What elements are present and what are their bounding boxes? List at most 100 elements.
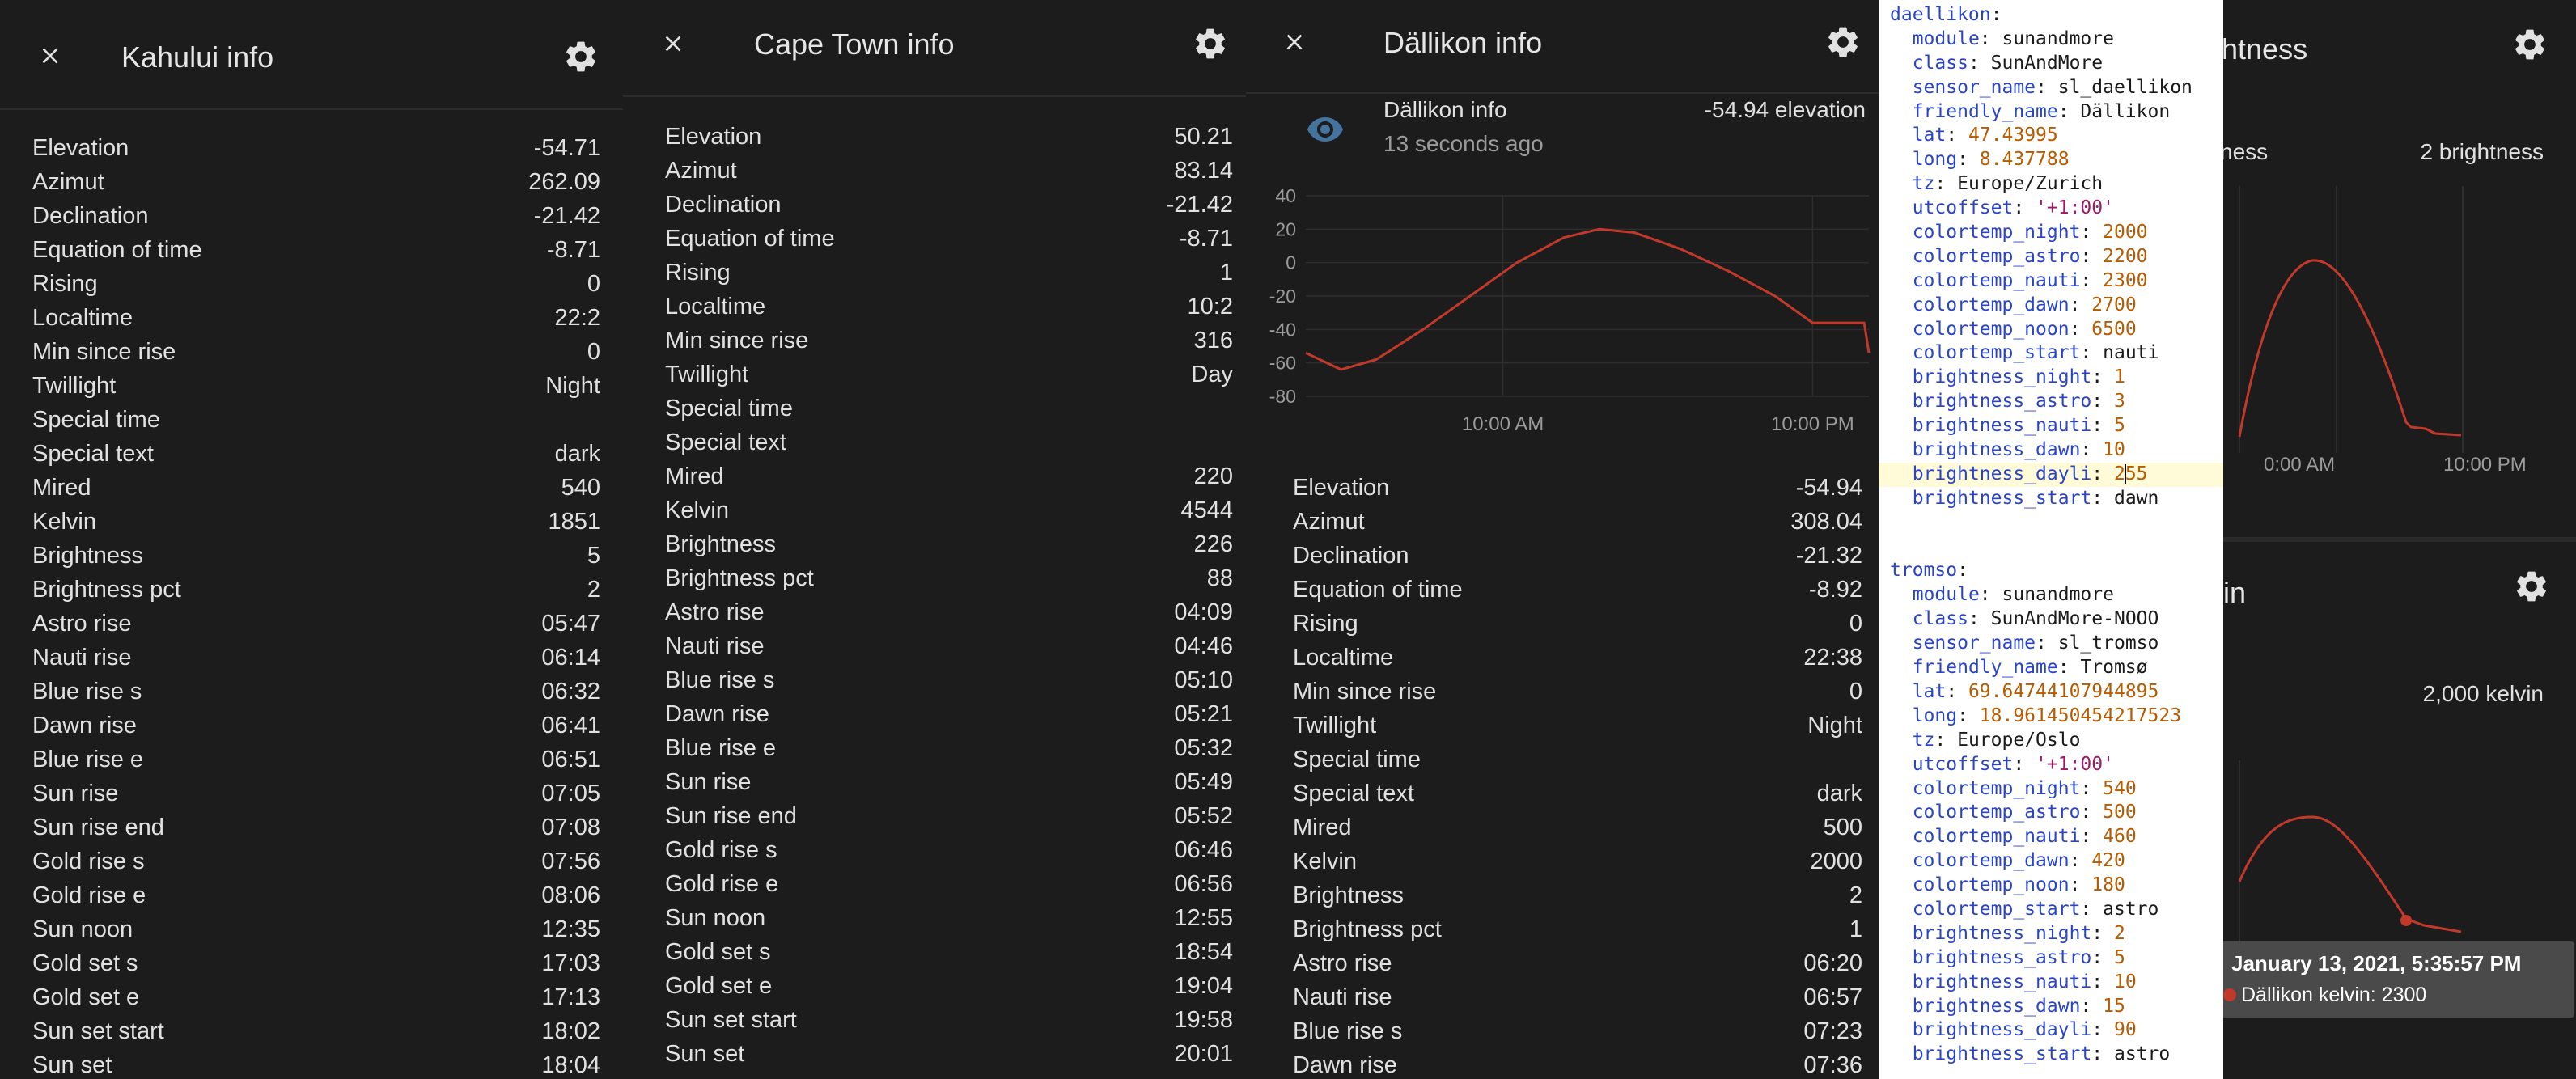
history-entity-row[interactable]: Dällikon info -54.94 elevation 13 second… xyxy=(1246,94,1879,167)
settings-button[interactable] xyxy=(2511,26,2557,71)
yaml-line[interactable]: daellikon: xyxy=(1879,3,2223,28)
close-button[interactable] xyxy=(1275,23,1314,61)
dallikon-info-dialog: Dällikon info Dällikon info -54.94 eleva… xyxy=(1246,0,1879,1079)
yaml-line[interactable]: tz: Europe/Oslo xyxy=(1879,729,2223,753)
attribute-label: Azimut xyxy=(1293,508,1365,535)
yaml-line[interactable]: brightness_dawn: 10 xyxy=(1879,438,2223,463)
yaml-line[interactable] xyxy=(1879,511,2223,535)
attribute-row: Sun set 20:01 xyxy=(665,1037,1233,1071)
attribute-label: Special time xyxy=(32,406,160,433)
yaml-line[interactable]: colortemp_astro: 2200 xyxy=(1879,245,2223,269)
yaml-line[interactable]: colortemp_start: nauti xyxy=(1879,341,2223,366)
attribute-value: -21.32 xyxy=(1795,542,1862,569)
yaml-line[interactable]: module: sunandmore xyxy=(1879,28,2223,52)
attribute-value: 08:06 xyxy=(541,882,600,908)
yaml-line[interactable]: colortemp_start: astro xyxy=(1879,898,2223,922)
yaml-line[interactable]: brightness_nauti: 10 xyxy=(1879,971,2223,995)
yaml-line[interactable] xyxy=(1879,535,2223,560)
settings-button[interactable] xyxy=(2513,568,2558,613)
attribute-label: Elevation xyxy=(665,123,762,150)
yaml-line[interactable]: colortemp_night: 2000 xyxy=(1879,221,2223,245)
kelvin-history-chart[interactable] xyxy=(2223,760,2576,971)
yaml-line[interactable]: tromso: xyxy=(1879,559,2223,583)
attribute-value: 540 xyxy=(561,474,600,501)
attribute-value: dark xyxy=(554,440,600,467)
yaml-line[interactable]: brightness_dawn: 15 xyxy=(1879,995,2223,1019)
yaml-line[interactable]: long: 18.961450454217523 xyxy=(1879,705,2223,729)
yaml-line[interactable]: utcoffset: '+1:00' xyxy=(1879,753,2223,777)
close-button[interactable] xyxy=(31,36,70,75)
attribute-row: Elevation 50.21 xyxy=(665,120,1233,154)
yaml-line[interactable]: brightness_dayli: 90 xyxy=(1879,1018,2223,1043)
yaml-line[interactable]: colortemp_noon: 180 xyxy=(1879,874,2223,898)
yaml-line[interactable]: brightness_start: dawn xyxy=(1879,487,2223,511)
elevation-series-line xyxy=(1305,227,1871,371)
attribute-row: Blue rise s 07:23 xyxy=(1293,1014,1862,1048)
text-cursor xyxy=(2124,464,2126,484)
yaml-line[interactable]: colortemp_night: 540 xyxy=(1879,777,2223,802)
yaml-key: tromso xyxy=(1890,560,1958,582)
yaml-value: Europe/Zurich xyxy=(1957,173,2104,195)
attribute-row: Gold set s 18:54 xyxy=(665,935,1233,969)
elevation-history-chart[interactable]: 40 20 0 -20 -40 -60 -80 10:00 AM 10:00 PM xyxy=(1246,173,1879,440)
yaml-key: class xyxy=(1912,52,1968,74)
yaml-line[interactable]: brightness_start: astro xyxy=(1879,1043,2223,1067)
attribute-label: Blue rise s xyxy=(32,678,142,705)
yaml-line[interactable]: colortemp_nauti: 2300 xyxy=(1879,269,2223,294)
settings-button[interactable] xyxy=(1188,21,1233,66)
attribute-value: 262.09 xyxy=(528,168,600,195)
yaml-line[interactable]: brightness_astro: 3 xyxy=(1879,390,2223,414)
yaml-line[interactable]: brightness_night: 1 xyxy=(1879,366,2223,390)
yaml-line[interactable]: friendly_name: Tromsø xyxy=(1879,656,2223,680)
x-tick-label: 0:00 AM xyxy=(2264,454,2335,476)
yaml-line[interactable]: lat: 47.43995 xyxy=(1879,124,2223,148)
y-tick-label: 40 xyxy=(1275,185,1296,206)
attribute-row: Sun rise end 05:52 xyxy=(665,799,1233,833)
attribute-value: 22:2 xyxy=(554,304,600,331)
attribute-value: 500 xyxy=(1823,814,1862,840)
yaml-line[interactable]: module: sunandmore xyxy=(1879,583,2223,607)
card-title: htness xyxy=(2223,32,2308,66)
yaml-line[interactable]: class: SunAndMore xyxy=(1879,52,2223,76)
yaml-line[interactable]: sensor_name: sl_daellikon xyxy=(1879,76,2223,100)
yaml-line[interactable]: colortemp_noon: 6500 xyxy=(1879,318,2223,342)
chart-tooltip: January 13, 2021, 5:35:57 PM Dällikon ke… xyxy=(2223,941,2574,1018)
attribute-label: Sun noon xyxy=(32,916,133,942)
yaml-value: 420 xyxy=(2091,850,2125,872)
attribute-label: Declination xyxy=(665,191,782,218)
yaml-key: tz xyxy=(1912,729,1935,751)
settings-button[interactable] xyxy=(558,34,604,79)
yaml-line[interactable]: long: 8.437788 xyxy=(1879,148,2223,172)
attribute-row: Twillight Night xyxy=(1293,709,1862,743)
yaml-line[interactable]: utcoffset: '+1:00' xyxy=(1879,197,2223,221)
yaml-key: brightness_astro xyxy=(1912,391,2092,413)
close-button[interactable] xyxy=(654,24,693,63)
yaml-line[interactable]: colortemp_dawn: 2700 xyxy=(1879,294,2223,318)
attribute-value: 04:09 xyxy=(1174,599,1233,625)
attribute-label: Astro rise xyxy=(32,610,132,637)
yaml-line[interactable]: sensor_name: sl_tromso xyxy=(1879,632,2223,656)
yaml-line[interactable]: brightness_dayli: 255 xyxy=(1879,462,2223,487)
attribute-value: 10:2 xyxy=(1187,293,1233,319)
attribute-row: Sun rise end 07:08 xyxy=(32,810,600,844)
yaml-line[interactable]: colortemp_nauti: 460 xyxy=(1879,825,2223,849)
attribute-row: Special text dark xyxy=(32,437,600,471)
yaml-line[interactable]: tz: Europe/Zurich xyxy=(1879,172,2223,197)
yaml-line[interactable]: brightness_nauti: 5 xyxy=(1879,414,2223,438)
yaml-config-editor[interactable]: daellikon: module: sunandmore class: Sun… xyxy=(1879,0,2223,1079)
attribute-row: Blue rise e 06:51 xyxy=(32,743,600,776)
yaml-line[interactable]: brightness_night: 2 xyxy=(1879,922,2223,946)
attribute-value: 07:56 xyxy=(541,848,600,874)
yaml-line[interactable]: class: SunAndMore-NOOO xyxy=(1879,607,2223,632)
yaml-line[interactable]: lat: 69.64744107944895 xyxy=(1879,680,2223,705)
brightness-history-chart[interactable]: 0:00 AM 10:00 PM xyxy=(2223,186,2576,526)
yaml-line[interactable]: colortemp_dawn: 420 xyxy=(1879,849,2223,874)
attribute-row: Dawn rise 05:21 xyxy=(665,697,1233,731)
settings-button[interactable] xyxy=(1820,19,1866,65)
attribute-value: 18:02 xyxy=(541,1018,600,1044)
yaml-line[interactable]: colortemp_astro: 500 xyxy=(1879,801,2223,825)
attribute-label: Gold rise e xyxy=(665,870,779,897)
yaml-line[interactable]: friendly_name: Dällikon xyxy=(1879,100,2223,125)
attribute-label: Rising xyxy=(1293,610,1358,637)
yaml-line[interactable]: brightness_astro: 5 xyxy=(1879,946,2223,971)
